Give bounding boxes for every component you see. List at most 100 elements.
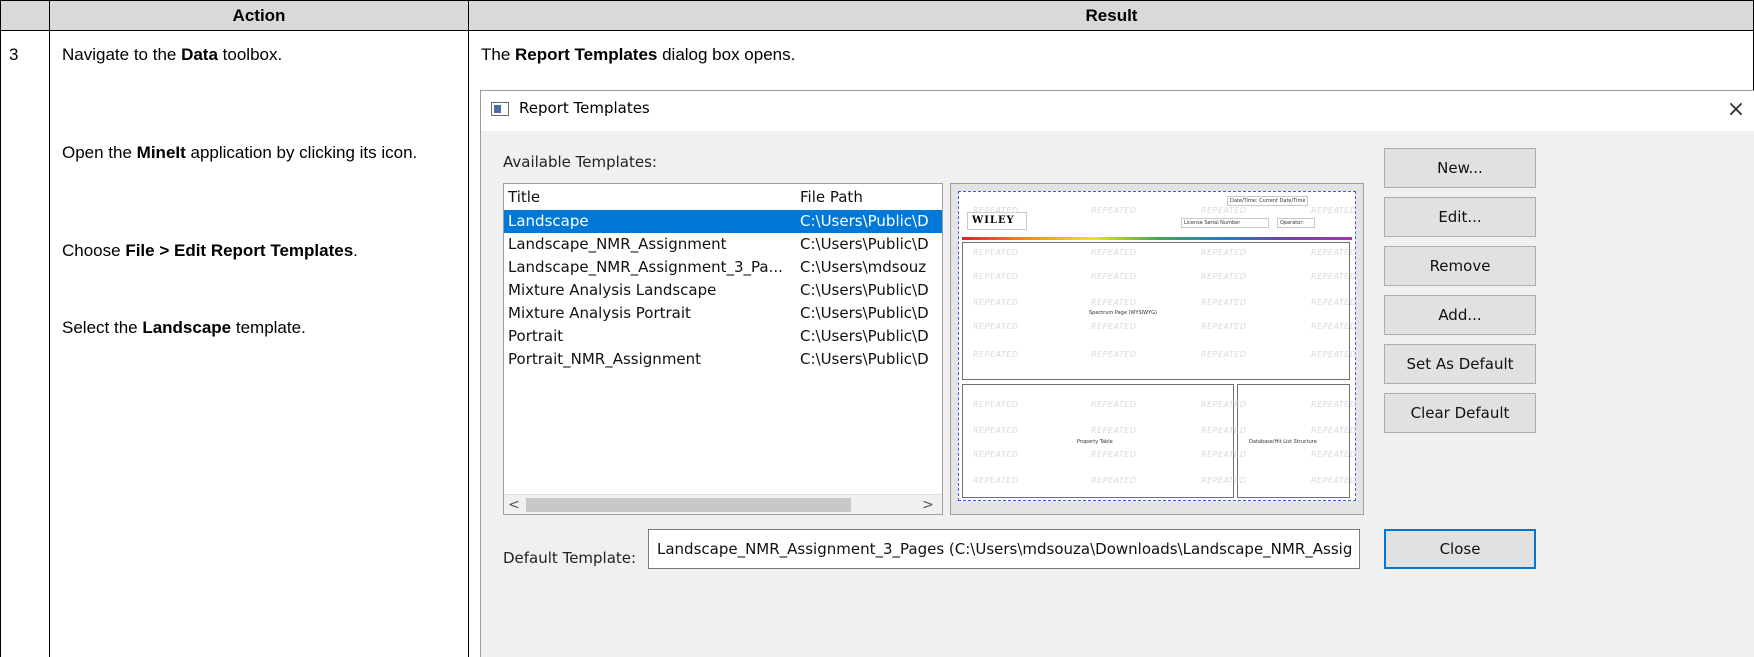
preview-watermark: REPEATED (1201, 426, 1247, 435)
template-title: Portrait (508, 327, 564, 345)
preview-spectrum-caption: Spectrum Page (WYSIWYG) (1089, 310, 1157, 316)
preview-watermark: REPEATED (1091, 248, 1137, 257)
horizontal-scrollbar[interactable]: < > (504, 494, 942, 514)
preview-watermark: REPEATED (1091, 206, 1137, 215)
table-row[interactable]: Landscape_NMR_Assignment_3_Pa... C:\Users… (504, 256, 942, 279)
template-preview: WILEY Date/Time: Current Date/Time Licen… (950, 183, 1364, 515)
preview-watermark: REPEATED (973, 322, 1019, 331)
table-divider-2 (468, 0, 469, 657)
preview-operator: Operator: (1277, 218, 1315, 228)
report-templates-dialog: Report Templates × Available Templates: … (480, 90, 1754, 657)
preview-watermark: REPEATED (1091, 476, 1137, 485)
preview-color-rule (962, 237, 1352, 240)
table-row[interactable]: Landscape_NMR_Assignment C:\Users\Public\… (504, 233, 942, 256)
table-row[interactable]: Portrait C:\Users\Public\D (504, 325, 942, 348)
template-path: C:\Users\Public\D (800, 304, 929, 322)
template-title: Mixture Analysis Landscape (508, 281, 717, 299)
template-path: C:\Users\Public\D (800, 212, 929, 230)
close-icon[interactable]: × (1721, 95, 1751, 125)
template-title: Landscape (508, 212, 589, 230)
template-path: C:\Users\Public\D (800, 235, 929, 253)
preview-watermark: REPEATED (1201, 322, 1247, 331)
preview-watermark: REPEATED (1091, 272, 1137, 281)
preview-page: WILEY Date/Time: Current Date/Time Licen… (958, 191, 1356, 501)
close-button[interactable]: Close (1384, 529, 1536, 569)
preview-hitlist-caption: Database/Hit List Structure (1249, 439, 1317, 445)
action-step-2: Open the MineIt application by clicking … (62, 143, 418, 162)
preview-watermark: REPEATED (1091, 298, 1137, 307)
new-button[interactable]: New... (1384, 148, 1536, 188)
available-templates-label: Available Templates: (503, 153, 657, 171)
preview-watermark: REPEATED (973, 248, 1019, 257)
scrollbar-thumb[interactable] (526, 498, 851, 512)
preview-watermark: REPEATED (973, 476, 1019, 485)
preview-watermark: REPEATED (973, 206, 1019, 215)
preview-watermark: REPEATED (1201, 206, 1247, 215)
template-title: Portrait_NMR_Assignment (508, 350, 702, 368)
table-border-left (0, 0, 1, 657)
template-path: C:\Users\mdsouz (800, 258, 927, 276)
preview-watermark: REPEATED (1201, 476, 1247, 485)
default-template-field: Landscape_NMR_Assignment_3_Pages (C:\Use… (648, 529, 1360, 569)
template-path: C:\Users\Public\D (800, 350, 929, 368)
header-action: Action (232, 6, 286, 25)
remove-button[interactable]: Remove (1384, 246, 1536, 286)
preview-watermark: REPEATED (1201, 298, 1247, 307)
preview-property-caption: Property Table (1077, 439, 1113, 445)
preview-watermark: REPEATED (1311, 426, 1357, 435)
preview-watermark: REPEATED (973, 400, 1019, 409)
dialog-titlebar: Report Templates × (481, 91, 1754, 131)
table-row[interactable]: Mixture Analysis Portrait C:\Users\Public… (504, 302, 942, 325)
preview-watermark: REPEATED (973, 272, 1019, 281)
template-title: Landscape_NMR_Assignment (508, 235, 727, 253)
template-path: C:\Users\Public\D (800, 327, 929, 345)
column-file-path[interactable]: File Path (800, 188, 863, 206)
column-title[interactable]: Title (508, 188, 540, 206)
preview-watermark: REPEATED (1311, 476, 1357, 485)
result-intro: The Report Templates dialog box opens. (481, 45, 796, 64)
preview-watermark: REPEATED (1311, 248, 1357, 257)
template-title: Landscape_NMR_Assignment_3_Pa... (508, 258, 783, 276)
window-icon (491, 102, 509, 116)
step-number: 3 (9, 45, 19, 64)
preview-watermark: REPEATED (973, 350, 1019, 359)
header-result: Result (1085, 6, 1138, 25)
set-as-default-button[interactable]: Set As Default (1384, 344, 1536, 384)
preview-watermark: REPEATED (1201, 350, 1247, 359)
scroll-right-icon[interactable]: > (918, 495, 938, 514)
edit-button[interactable]: Edit... (1384, 197, 1536, 237)
preview-datetime: Date/Time: Current Date/Time (1227, 196, 1309, 206)
table-row[interactable]: Mixture Analysis Landscape C:\Users\Publi… (504, 279, 942, 302)
preview-watermark: REPEATED (973, 426, 1019, 435)
default-template-label: Default Template: (503, 549, 637, 567)
preview-watermark: REPEATED (1311, 350, 1357, 359)
add-button[interactable]: Add... (1384, 295, 1536, 335)
preview-watermark: REPEATED (1311, 298, 1357, 307)
preview-watermark: REPEATED (1201, 400, 1247, 409)
list-header: Title File Path (504, 184, 942, 210)
preview-watermark: REPEATED (1091, 350, 1137, 359)
template-path: C:\Users\Public\D (800, 281, 929, 299)
preview-watermark: REPEATED (1311, 322, 1357, 331)
preview-watermark: REPEATED (1091, 450, 1137, 459)
preview-watermark: REPEATED (1311, 206, 1357, 215)
preview-watermark: REPEATED (973, 298, 1019, 307)
preview-license: License Serial Number (1181, 218, 1269, 228)
action-step-4: Select the Landscape template. (62, 318, 306, 337)
preview-watermark: REPEATED (973, 450, 1019, 459)
table-divider-1 (49, 0, 50, 657)
preview-watermark: REPEATED (1311, 400, 1357, 409)
action-step-1: Navigate to the Data toolbox. (62, 45, 283, 64)
templates-list[interactable]: Title File Path Landscape C:\Users\Public… (503, 183, 943, 515)
preview-watermark: REPEATED (1201, 450, 1247, 459)
action-step-3: Choose File > Edit Report Templates. (62, 241, 358, 260)
clear-default-button[interactable]: Clear Default (1384, 393, 1536, 433)
table-row[interactable]: Portrait_NMR_Assignment C:\Users\Public\D (504, 348, 942, 371)
table-row[interactable]: Landscape C:\Users\Public\D (504, 210, 942, 233)
preview-watermark: REPEATED (1201, 272, 1247, 281)
scroll-left-icon[interactable]: < (504, 495, 524, 514)
preview-watermark: REPEATED (1311, 450, 1357, 459)
dialog-title: Report Templates (519, 99, 650, 117)
preview-watermark: REPEATED (1091, 400, 1137, 409)
preview-watermark: REPEATED (1201, 248, 1247, 257)
